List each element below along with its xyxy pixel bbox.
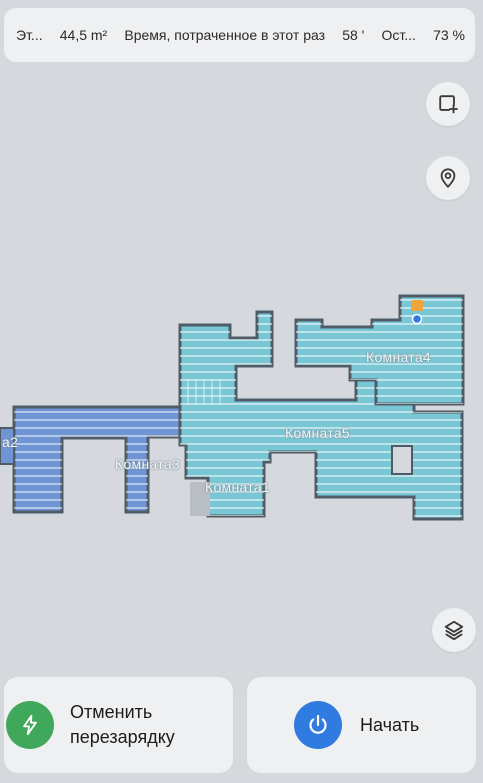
- cleaned-area-value: 44,5 m²: [59, 27, 108, 43]
- cancel-recharge-line1: Отменить: [70, 702, 153, 722]
- location-button[interactable]: [426, 156, 470, 200]
- time-value: 58 ': [342, 27, 365, 43]
- room-label-room5: Комната5: [285, 425, 351, 441]
- start-icon-circle: [294, 701, 342, 749]
- edit-area-icon: [439, 95, 459, 115]
- cancel-recharge-line2: перезарядку: [70, 727, 175, 747]
- room-label-room1: Комната1: [205, 479, 271, 495]
- cleaning-status-bar: Эт... 44,5 m² Время, потраченное в этот …: [4, 8, 475, 62]
- layers-icon: [444, 620, 464, 641]
- start-label: Начать: [360, 714, 420, 735]
- lightning-icon: [23, 714, 37, 736]
- room-label-room4: Комната4: [366, 349, 432, 365]
- room-label-room3: Комната3: [115, 456, 181, 472]
- room-label-room2: а2: [2, 434, 19, 450]
- layers-button[interactable]: [432, 608, 476, 652]
- battery-value: 73 %: [433, 27, 465, 43]
- edit-area-button[interactable]: [426, 82, 470, 126]
- power-icon: [309, 714, 327, 734]
- battery-label: Ост...: [381, 27, 416, 43]
- cancel-recharge-button[interactable]: Отменить перезарядку: [4, 677, 233, 773]
- cancel-recharge-icon-circle: [6, 701, 54, 749]
- cleaning-map[interactable]: [0, 0, 483, 783]
- start-button[interactable]: Начать: [247, 677, 476, 773]
- location-pin-icon: [440, 168, 456, 188]
- cancel-recharge-label: Отменить перезарядку: [70, 700, 175, 750]
- time-label: Время, потраченное в этот раз: [124, 27, 326, 43]
- floor-label: Эт...: [16, 27, 43, 43]
